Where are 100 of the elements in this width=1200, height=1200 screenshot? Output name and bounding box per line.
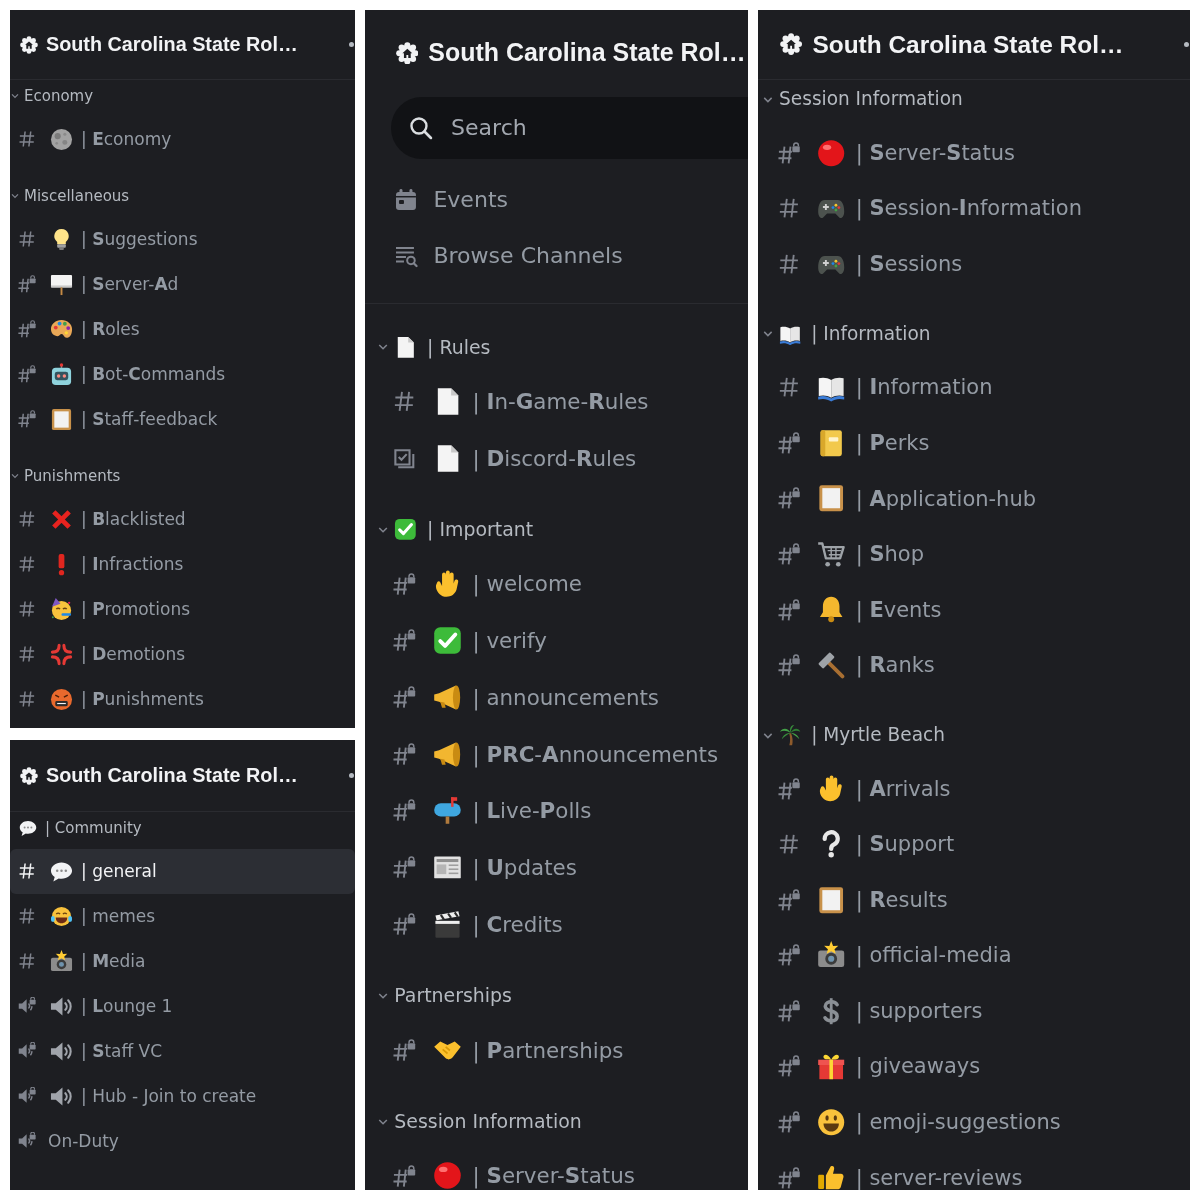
category-header[interactable]: Miscellaneous xyxy=(10,180,355,217)
channel-item[interactable]: | Infractions xyxy=(10,541,355,587)
channel-item[interactable]: | Blacklisted xyxy=(10,496,355,542)
events-item[interactable]: Events xyxy=(394,171,509,228)
dot-icon[interactable] xyxy=(1184,42,1189,47)
channel-item[interactable]: | Events xyxy=(758,581,1190,638)
channel-item[interactable]: | Suggestions xyxy=(10,216,355,262)
channel-item[interactable]: | Sessions xyxy=(758,236,1190,292)
channel-item[interactable]: | In-Game-Rules xyxy=(365,372,748,430)
channel-item[interactable]: | verify xyxy=(365,612,748,669)
category-header[interactable]: | Community xyxy=(10,812,355,849)
locked-hash-icon xyxy=(393,1164,416,1188)
channel-item[interactable]: | Information xyxy=(758,359,1190,416)
locked-hash-icon xyxy=(777,543,801,566)
channel-item[interactable]: | Session-Information xyxy=(758,180,1190,237)
channel-item[interactable]: | Live-Polls xyxy=(365,782,748,840)
category-header[interactable]: | Myrtle Beach xyxy=(758,715,1190,761)
category-header[interactable]: Economy xyxy=(10,80,355,117)
channel-item[interactable]: | Application-hub xyxy=(758,470,1190,527)
channel-item[interactable]: | Staff-feedback xyxy=(10,396,355,442)
channel-item[interactable]: | announcements xyxy=(365,668,748,726)
channel-item[interactable]: | Bot-Commands xyxy=(10,351,355,397)
locked-speaker-icon xyxy=(18,1087,36,1105)
home-badge-icon xyxy=(20,35,38,54)
locked-hash-icon xyxy=(18,275,36,293)
circle-icon xyxy=(817,138,846,167)
speech-bubble-icon xyxy=(19,819,37,837)
channel-item[interactable]: | Shop xyxy=(758,526,1190,582)
channel-item[interactable]: | Credits xyxy=(365,895,748,953)
channel-item[interactable]: | Updates xyxy=(365,839,748,896)
anger-icon xyxy=(50,642,73,666)
channel-item[interactable]: | Lounge 1 xyxy=(10,983,355,1029)
locked-hash-icon xyxy=(777,777,801,800)
channel-item[interactable]: | Roles xyxy=(10,306,355,352)
channel-item[interactable]: | memes xyxy=(10,893,355,939)
megaphone-icon xyxy=(433,682,463,712)
hash-icon xyxy=(393,389,416,413)
channel-item[interactable]: | Server-Status xyxy=(365,1147,748,1190)
channel-item[interactable]: | official-media xyxy=(758,927,1190,984)
locked-hash-icon xyxy=(777,487,801,510)
gift-icon xyxy=(817,1052,846,1081)
locked-hash-icon xyxy=(18,365,36,383)
channel-item[interactable]: | Server-Status xyxy=(758,125,1190,181)
channel-item[interactable]: | general xyxy=(10,848,355,894)
dot-icon[interactable] xyxy=(349,42,354,47)
channel-item[interactable]: | Demotions xyxy=(10,631,355,677)
search-icon xyxy=(408,115,433,140)
category-header[interactable]: | Rules xyxy=(365,327,748,373)
locked-hash-icon xyxy=(18,320,36,338)
smiley-icon xyxy=(817,1107,846,1137)
channel-item[interactable]: | giveaways xyxy=(758,1038,1190,1095)
channel-item[interactable]: On-Duty xyxy=(10,1118,355,1164)
home-badge-icon xyxy=(780,33,803,56)
channel-item[interactable]: | Partnerships xyxy=(365,1021,748,1079)
channel-item[interactable]: | emoji-suggestions xyxy=(758,1094,1190,1150)
server-name[interactable]: South Carolina State Rol… xyxy=(46,763,298,788)
frame-icon xyxy=(817,885,846,914)
channel-item[interactable]: | Server-Ad xyxy=(10,261,355,307)
channel-item[interactable]: | Results xyxy=(758,872,1190,928)
browse-channels-item[interactable]: Browse Channels xyxy=(394,227,623,284)
category-header[interactable]: | Information xyxy=(758,314,1190,360)
server-name[interactable]: South Carolina State Rol… xyxy=(46,32,298,57)
channel-item[interactable]: | Perks xyxy=(758,415,1190,471)
channel-item[interactable]: | supporters xyxy=(758,983,1190,1039)
channel-item[interactable]: | Economy xyxy=(10,116,355,162)
channel-item[interactable]: | Ranks xyxy=(758,637,1190,693)
moon-icon xyxy=(50,127,73,151)
category-header[interactable]: Punishments xyxy=(10,460,355,497)
server-name[interactable]: South Carolina State Rol… xyxy=(428,38,746,68)
cross-icon xyxy=(50,507,73,531)
channel-item[interactable]: | Punishments xyxy=(10,676,355,722)
palette-icon xyxy=(50,317,73,341)
hash-icon xyxy=(18,230,36,248)
channel-item[interactable]: | welcome xyxy=(365,555,748,613)
dot-icon[interactable] xyxy=(349,773,354,778)
channel-item[interactable]: | PRC-Announcements xyxy=(365,725,748,783)
channel-item[interactable]: | Arrivals xyxy=(758,760,1190,817)
category-header[interactable]: Session Information xyxy=(365,1101,748,1148)
hash-icon xyxy=(18,130,36,148)
hash-icon xyxy=(777,833,801,856)
channel-item[interactable]: | Staff VC xyxy=(10,1028,355,1074)
locked-hash-icon xyxy=(777,1166,801,1189)
cart-icon xyxy=(817,539,846,569)
category-header[interactable]: Session Information xyxy=(758,80,1190,126)
channel-item[interactable]: | Support xyxy=(758,816,1190,872)
channel-item[interactable]: | Discord-Rules xyxy=(365,429,748,487)
server-name[interactable]: South Carolina State Rol… xyxy=(812,29,1124,60)
category-header[interactable]: Partnerships xyxy=(365,975,748,1022)
locked-hash-icon xyxy=(777,944,801,967)
megaphone-icon xyxy=(433,739,463,769)
category-header[interactable]: | Important xyxy=(365,509,748,556)
channel-item[interactable]: | server-reviews xyxy=(758,1149,1190,1190)
hash-icon xyxy=(18,952,36,970)
hash-icon xyxy=(777,376,801,399)
search-field[interactable]: Search xyxy=(390,97,748,159)
channel-item[interactable]: | Promotions xyxy=(10,586,355,632)
channel-item[interactable]: | Hub - Join to create xyxy=(10,1073,355,1119)
locked-hash-icon xyxy=(777,141,801,164)
channel-item[interactable]: | Media xyxy=(10,938,355,984)
hash-icon xyxy=(18,555,36,573)
